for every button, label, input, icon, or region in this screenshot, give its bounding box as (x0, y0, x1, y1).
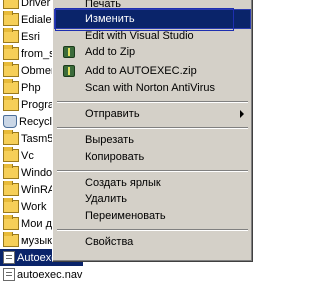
menu-item-add-to-autoexec-zip[interactable]: Add to AUTOEXEC.zip (55, 62, 250, 80)
menu-item-cut[interactable]: Вырезать (55, 131, 250, 149)
context-menu: Печать Изменить Edit with Visual Studio … (52, 0, 253, 262)
folder-icon (3, 0, 19, 9)
file-name: autoexec.nav (17, 268, 83, 281)
file-icon (3, 268, 15, 281)
menu-separator (57, 127, 248, 129)
folder-icon (3, 96, 19, 111)
menu-separator (57, 229, 248, 231)
folder-icon (3, 215, 19, 230)
menu-item-label: Отправить (85, 108, 140, 120)
menu-separator (57, 101, 248, 103)
folder-icon (3, 62, 19, 77)
folder-icon (3, 45, 19, 60)
winzip-icon (63, 65, 75, 77)
submenu-arrow-icon (240, 110, 244, 118)
folder-icon (3, 130, 19, 145)
recycle-bin-icon (3, 115, 17, 128)
file-name: Php (21, 81, 41, 94)
menu-item-properties[interactable]: Свойства (55, 233, 250, 251)
file-name: Work (21, 200, 47, 213)
folder-icon (3, 79, 19, 94)
menu-item-edit[interactable]: Изменить (54, 9, 251, 29)
menu-item-label: Переименовать (85, 210, 166, 222)
menu-item-send-to[interactable]: Отправить (55, 105, 250, 123)
folder-icon (3, 147, 19, 162)
menu-item-label: Scan with Norton AntiVirus (85, 82, 216, 94)
file-item-autoexec-nav[interactable]: autoexec.nav (0, 266, 100, 283)
menu-item-rename[interactable]: Переименовать (55, 207, 250, 225)
menu-item-label: Изменить (85, 13, 135, 25)
menu-item-label: Свойства (85, 236, 134, 248)
winzip-icon (63, 46, 75, 58)
menu-item-label: Удалить (85, 193, 127, 205)
menu-item-label: Edit with Visual Studio (85, 30, 194, 42)
menu-item-copy[interactable]: Копировать (55, 148, 250, 166)
menu-separator (57, 170, 248, 172)
menu-item-label: Add to AUTOEXEC.zip (85, 65, 197, 77)
menu-item-scan-norton[interactable]: Scan with Norton AntiVirus (55, 79, 250, 97)
file-name: Vc (21, 149, 34, 162)
folder-icon (3, 232, 19, 247)
menu-item-label: Печать (85, 0, 122, 10)
file-name: Ediale (21, 13, 52, 26)
menu-item-label: Копировать (85, 151, 145, 163)
menu-item-add-to-zip[interactable]: Add to Zip (55, 43, 250, 61)
folder-icon (3, 11, 19, 26)
folder-icon (3, 28, 19, 43)
file-name: Esri (21, 30, 40, 43)
batch-file-icon (3, 251, 15, 264)
menu-item-label: Создать ярлык (85, 177, 161, 189)
menu-item-delete[interactable]: Удалить (55, 190, 250, 208)
folder-icon (3, 164, 19, 179)
file-name: Driver (21, 0, 51, 9)
folder-icon (3, 198, 19, 213)
menu-item-label: Вырезать (85, 134, 134, 146)
folder-icon (3, 181, 19, 196)
menu-item-label: Add to Zip (85, 46, 136, 58)
